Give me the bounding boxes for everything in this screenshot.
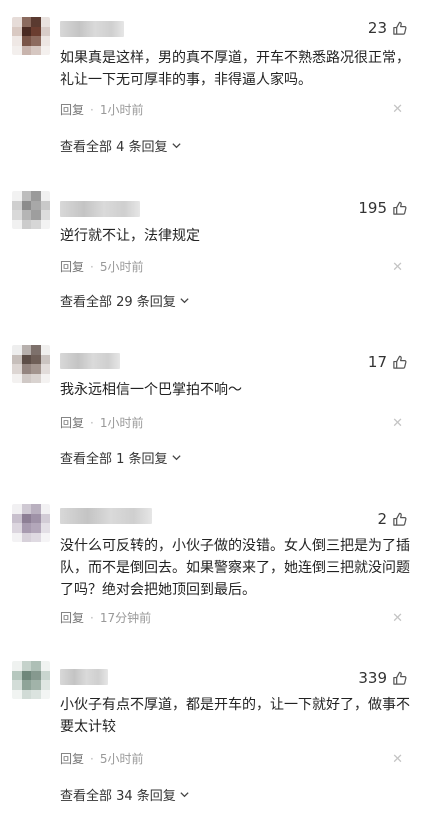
comment-meta: 回复 · 5小时前 (60, 258, 143, 275)
view-all-replies-label: 查看全部 1 条回复 (60, 452, 168, 467)
comment-text: 我永远相信一个巴掌拍不响～ (60, 382, 242, 398)
chevron-down-icon (171, 143, 181, 149)
username[interactable] (60, 21, 124, 37)
view-all-replies-label: 查看全部 29 条回复 (60, 295, 176, 310)
reply-button[interactable]: 回复 (60, 414, 84, 431)
view-all-replies[interactable]: 查看全部 29 条回复 (60, 291, 190, 310)
avatar[interactable] (12, 17, 50, 55)
avatar[interactable] (12, 345, 50, 383)
comment-meta: 回复 · 17分钟前 (60, 609, 151, 626)
comment-item: 23 如果真是这样，男的真不厚道，开车不熟悉路况很正常，礼让一下无可厚非的事，非… (0, 17, 425, 167)
reply-button[interactable]: 回复 (60, 609, 84, 626)
username[interactable] (60, 508, 152, 524)
separator-dot: · (90, 610, 94, 625)
view-all-replies-label: 查看全部 34 条回复 (60, 789, 176, 804)
like-button[interactable]: 195 (358, 199, 407, 217)
separator-dot: · (90, 415, 94, 430)
like-button[interactable]: 17 (368, 353, 407, 371)
like-button[interactable]: 2 (377, 510, 407, 528)
timestamp: 5小时前 (99, 752, 144, 766)
avatar[interactable] (12, 504, 50, 542)
like-count: 195 (358, 199, 387, 217)
chevron-down-icon (180, 298, 189, 304)
like-button[interactable]: 339 (358, 669, 407, 687)
like-count: 2 (377, 510, 387, 528)
comment-text: 逆行就不让，法律规定 (60, 228, 200, 244)
separator-dot: · (90, 259, 94, 274)
like-count: 23 (367, 19, 387, 37)
comment-meta: 回复 · 1小时前 (60, 414, 143, 431)
reply-button[interactable]: 回复 (60, 258, 84, 275)
close-icon[interactable]: ✕ (392, 612, 403, 625)
comment-item: 195 逆行就不让，法律规定 回复 · 5小时前 ✕ 查看全部 29 条回复 (0, 191, 425, 321)
chevron-down-icon (171, 455, 181, 461)
thumbs-up-icon (393, 671, 407, 685)
comment-item: 17 我永远相信一个巴掌拍不响～ 回复 · 1小时前 ✕ 查看全部 1 条回复 (0, 345, 425, 475)
username[interactable] (60, 353, 120, 369)
view-all-replies-label: 查看全部 4 条回复 (60, 140, 168, 155)
view-all-replies[interactable]: 查看全部 4 条回复 (60, 136, 182, 155)
timestamp: 1小时前 (99, 416, 144, 430)
username[interactable] (60, 669, 108, 685)
comment-meta: 回复 · 1小时前 (60, 101, 143, 118)
comment-text: 小伙子有点不厚道，都是开车的，让一下就好了，做事不要太计较 (60, 697, 410, 735)
reply-button[interactable]: 回复 (60, 750, 84, 767)
view-all-replies[interactable]: 查看全部 1 条回复 (60, 448, 182, 467)
reply-button[interactable]: 回复 (60, 101, 84, 118)
close-icon[interactable]: ✕ (392, 753, 403, 766)
timestamp: 5小时前 (99, 260, 144, 274)
avatar[interactable] (12, 661, 50, 699)
close-icon[interactable]: ✕ (392, 261, 403, 274)
like-count: 339 (358, 669, 387, 687)
avatar[interactable] (12, 191, 50, 229)
comment-text: 没什么可反转的，小伙子做的没错。女人倒三把是为了插队，而不是倒回去。如果警察来了… (60, 538, 410, 598)
comment-text: 如果真是这样，男的真不厚道，开车不熟悉路况很正常，礼让一下无可厚非的事，非得逼人… (60, 50, 410, 88)
thumbs-up-icon (393, 512, 407, 526)
comment-meta: 回复 · 5小时前 (60, 750, 143, 767)
timestamp: 17分钟前 (99, 611, 152, 625)
thumbs-up-icon (393, 21, 407, 35)
thumbs-up-icon (393, 201, 407, 215)
thumbs-up-icon (393, 355, 407, 369)
like-button[interactable]: 23 (368, 19, 407, 37)
username[interactable] (60, 201, 140, 217)
chevron-down-icon (180, 792, 189, 798)
close-icon[interactable]: ✕ (392, 103, 403, 116)
comment-item: 2 没什么可反转的，小伙子做的没错。女人倒三把是为了插队，而不是倒回去。如果警察… (0, 504, 425, 634)
separator-dot: · (90, 102, 94, 117)
separator-dot: · (90, 751, 94, 766)
comment-item: 339 小伙子有点不厚道，都是开车的，让一下就好了，做事不要太计较 回复 · 5… (0, 661, 425, 811)
close-icon[interactable]: ✕ (392, 417, 403, 430)
like-count: 17 (367, 353, 387, 371)
timestamp: 1小时前 (99, 103, 144, 117)
view-all-replies[interactable]: 查看全部 34 条回复 (60, 785, 190, 804)
